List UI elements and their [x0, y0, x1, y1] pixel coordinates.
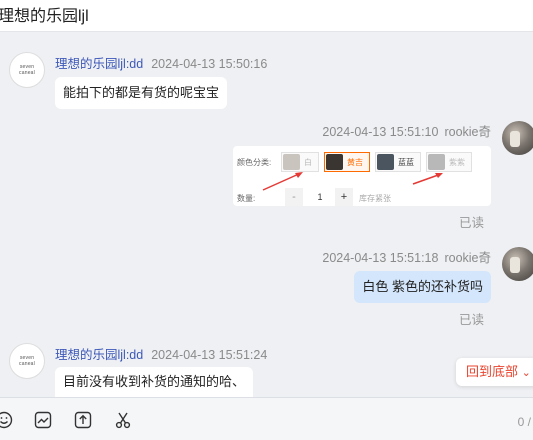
- sender-name[interactable]: 理想的乐园ljl:dd: [55, 348, 143, 362]
- avatar-text-line2: caneal: [19, 70, 35, 76]
- chevron-down-icon: ⌄: [521, 367, 531, 379]
- message-time: 2024-04-13 15:50:16: [151, 57, 268, 71]
- avatar-shop[interactable]: seven caneal: [9, 343, 45, 379]
- chat-header: 理想的乐园ljl: [0, 0, 533, 32]
- sender-name[interactable]: 理想的乐园ljl:dd: [55, 57, 143, 71]
- read-status: 已读: [459, 216, 485, 230]
- message-bubble: 目前没有收到补货的通知的哈、: [55, 367, 254, 397]
- message-bubble: 能拍下的都是有货的呢宝宝: [55, 77, 228, 109]
- message-time: 2024-04-13 15:51:10: [322, 125, 439, 139]
- message-meta: 2024-04-13 15:51:10 rookie奇: [322, 121, 491, 140]
- product-option-screenshot[interactable]: 颜色分类: 白 黄吉 蓝蓝 紫紫 数量: - 1 + 库存紧张: [233, 146, 491, 206]
- scissors-icon[interactable]: [113, 410, 133, 430]
- input-toolbar: 0 /: [0, 397, 533, 440]
- sender-name: rookie奇: [444, 125, 491, 139]
- avatar-user[interactable]: [502, 121, 533, 155]
- back-to-bottom-label: 回到底部: [466, 364, 519, 379]
- read-status: 已读: [459, 313, 485, 327]
- message-bubble: 白色 紫色的还补货吗: [354, 271, 491, 303]
- message-time: 2024-04-13 15:51:24: [151, 348, 268, 362]
- message-meta: 理想的乐园ljl:dd 2024-04-13 15:50:16: [55, 53, 267, 72]
- message-meta: 2024-04-13 15:51:18 rookie奇: [322, 247, 491, 266]
- red-arrows-annotation: [262, 172, 443, 191]
- sender-name: rookie奇: [444, 251, 491, 265]
- avatar-shop[interactable]: seven caneal: [9, 52, 45, 88]
- char-count: 0 /: [517, 415, 531, 429]
- avatar-user[interactable]: [502, 247, 533, 281]
- message-time: 2024-04-13 15:51:18: [322, 251, 439, 265]
- chat-title: 理想的乐园ljl: [0, 8, 89, 25]
- emoji-icon[interactable]: [0, 410, 14, 430]
- upload-icon[interactable]: [73, 410, 93, 430]
- back-to-bottom-button[interactable]: 回到底部 ⌄: [456, 358, 533, 386]
- message-meta: 理想的乐园ljl:dd 2024-04-13 15:51:24: [55, 344, 267, 363]
- image-icon[interactable]: [33, 410, 53, 430]
